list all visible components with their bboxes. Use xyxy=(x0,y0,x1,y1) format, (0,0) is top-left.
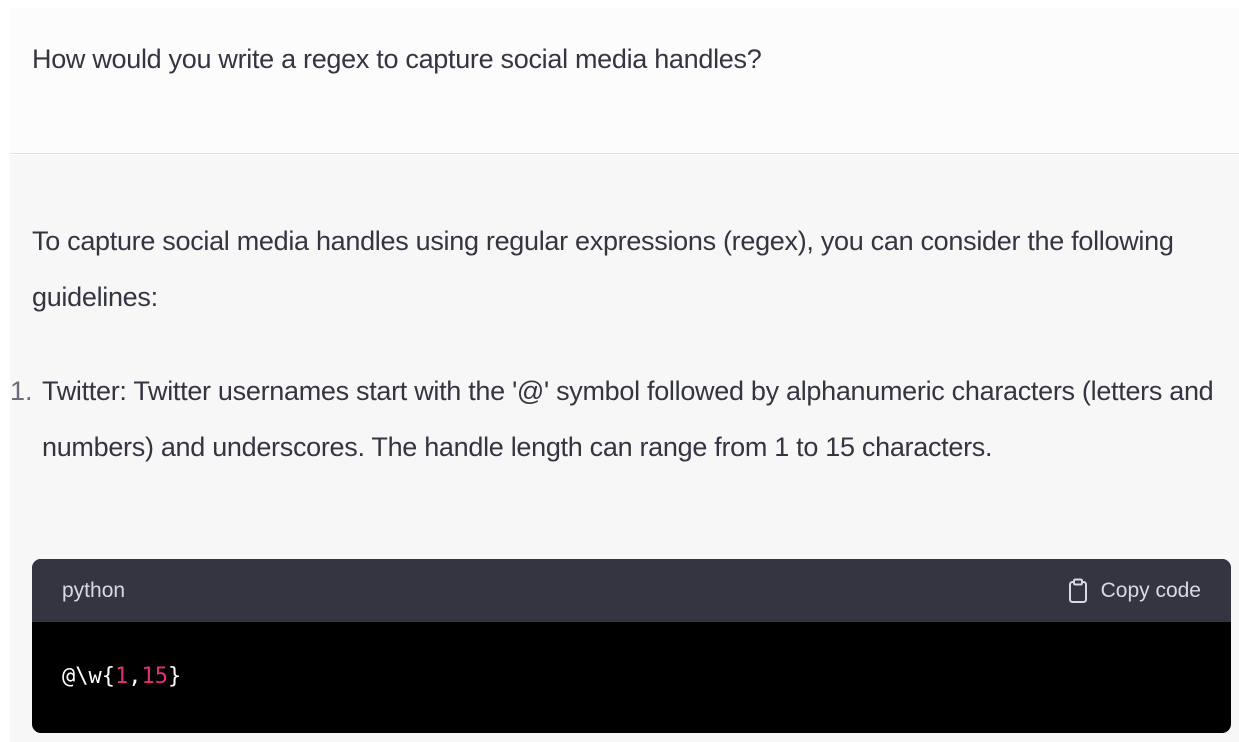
code-block: python Copy code @\w{1,15} xyxy=(32,559,1231,733)
copy-code-button[interactable]: Copy code xyxy=(1068,578,1201,604)
code-token-suffix: } xyxy=(167,664,182,689)
code-token-number: 1 xyxy=(114,664,129,689)
list-item-text: Twitter: Twitter usernames start with th… xyxy=(42,376,1214,462)
user-message-text: How would you write a regex to capture s… xyxy=(32,44,762,74)
code-token-prefix: @\w{ xyxy=(62,664,115,689)
code-body: @\w{1,15} xyxy=(32,622,1231,689)
clipboard-icon xyxy=(1068,578,1088,604)
code-block-header: python Copy code xyxy=(32,559,1231,622)
code-token-comma: , xyxy=(128,664,142,689)
copy-code-label: Copy code xyxy=(1100,578,1201,602)
assistant-intro-text: To capture social media handles using re… xyxy=(32,226,1174,312)
code-language-label: python xyxy=(62,578,126,602)
list-item-number: 1. xyxy=(10,376,33,406)
code-token-number: 15 xyxy=(141,664,168,689)
user-message: How would you write a regex to capture s… xyxy=(10,8,1239,154)
assistant-message: To capture social media handles using re… xyxy=(10,155,1239,742)
